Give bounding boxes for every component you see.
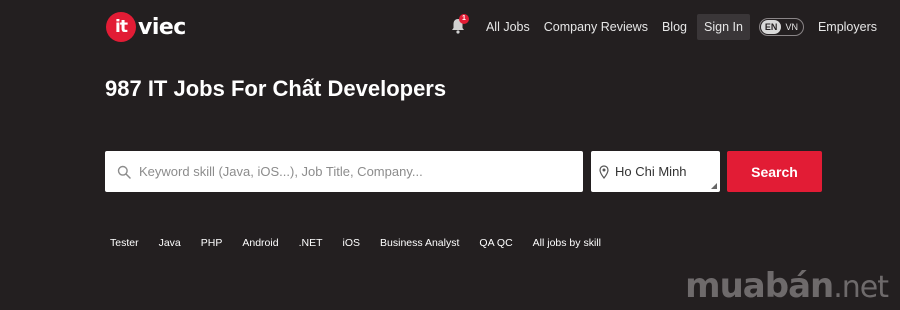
map-pin-icon xyxy=(599,164,609,179)
sign-in-button[interactable]: Sign In xyxy=(697,14,750,40)
nav-blog[interactable]: Blog xyxy=(662,20,687,34)
search-icon xyxy=(117,165,131,179)
skill-tag-business-analyst[interactable]: Business Analyst xyxy=(380,237,459,249)
logo-mark: it xyxy=(106,12,136,42)
skill-tag-qa-qc[interactable]: QA QC xyxy=(479,237,512,249)
top-nav: 1 All Jobs Company Reviews Blog Sign In … xyxy=(451,13,884,41)
keyword-input[interactable] xyxy=(139,164,569,179)
nav-employers[interactable]: Employers xyxy=(818,20,877,34)
skill-tags: Tester Java PHP Android .NET iOS Busines… xyxy=(110,237,621,249)
keyword-search-box[interactable] xyxy=(105,151,583,192)
skill-tag-tester[interactable]: Tester xyxy=(110,237,139,249)
watermark-tld: .net xyxy=(833,270,889,305)
nav-all-jobs[interactable]: All Jobs xyxy=(486,20,530,34)
muaban-watermark: muabán.net xyxy=(685,266,889,306)
watermark-main: muabán xyxy=(685,266,834,306)
notification-badge: 1 xyxy=(458,14,469,24)
itviec-logo[interactable]: it viec xyxy=(106,12,186,42)
page-title: 987 IT Jobs For Chất Developers xyxy=(105,76,447,101)
search-button[interactable]: Search xyxy=(727,151,822,192)
lang-en-option[interactable]: EN xyxy=(760,20,782,34)
header: it viec 1 All Jobs Company Reviews Blog … xyxy=(0,0,900,54)
city-value: Ho Chi Minh xyxy=(615,164,687,179)
resize-handle xyxy=(711,183,717,189)
all-jobs-by-skill-link[interactable]: All jobs by skill xyxy=(533,237,601,249)
nav-company-reviews[interactable]: Company Reviews xyxy=(544,20,648,34)
skill-tag-java[interactable]: Java xyxy=(159,237,181,249)
notification-bell[interactable]: 1 xyxy=(451,14,469,36)
logo-text: viec xyxy=(138,14,186,40)
language-toggle[interactable]: EN VN xyxy=(758,18,804,36)
skill-tag-dotnet[interactable]: .NET xyxy=(299,237,323,249)
skill-tag-android[interactable]: Android xyxy=(242,237,278,249)
skill-tag-ios[interactable]: iOS xyxy=(343,237,361,249)
city-select[interactable]: Ho Chi Minh xyxy=(591,151,720,192)
skill-tag-php[interactable]: PHP xyxy=(201,237,223,249)
lang-vn-option[interactable]: VN xyxy=(781,20,802,34)
